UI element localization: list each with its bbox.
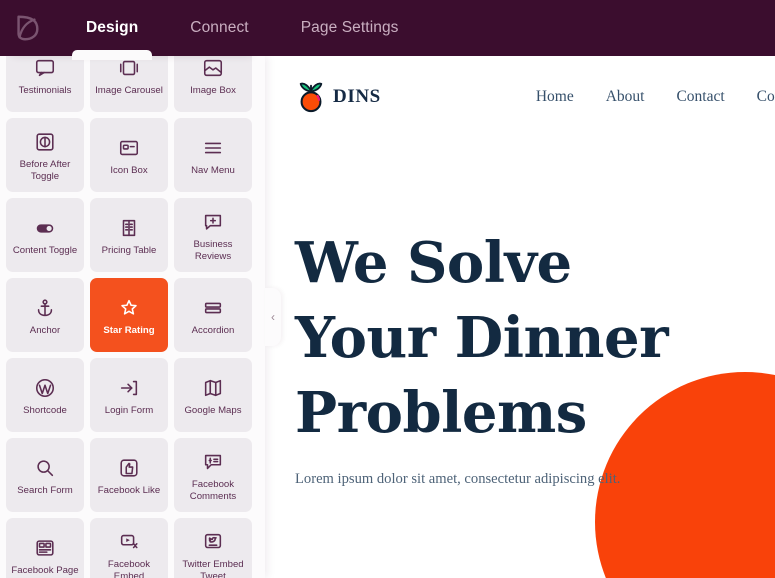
block-tile-image-carousel[interactable]: Image Carousel: [90, 56, 168, 112]
block-tile-business-reviews[interactable]: Business Reviews: [174, 198, 252, 272]
block-tile-label: Image Carousel: [95, 84, 163, 96]
anchor-icon: [34, 294, 56, 322]
block-tile-label: Before After Toggle: [19, 159, 71, 182]
block-tile-label: Accordion: [191, 324, 235, 336]
block-tile-nav-menu[interactable]: Nav Menu: [174, 118, 252, 192]
block-tile-label: Icon Box: [110, 164, 148, 176]
accordion-icon: [202, 294, 224, 322]
panel-collapse-handle[interactable]: ‹: [265, 288, 281, 346]
block-tile-testimonials[interactable]: Testimonials: [6, 56, 84, 112]
page-preview-canvas[interactable]: DINS Home About Contact Courses We Solve…: [265, 56, 775, 578]
block-tile-label: Business Reviews: [193, 239, 233, 262]
site-nav: Home About Contact Courses: [536, 88, 775, 106]
site-nav-contact[interactable]: Contact: [676, 88, 724, 106]
tab-page-settings-label: Page Settings: [300, 19, 399, 36]
block-tile-facebook-page[interactable]: Facebook Page: [6, 518, 84, 578]
facebook-like-icon: [118, 454, 140, 482]
login-form-icon: [118, 374, 140, 402]
block-tile-label: Twitter Embed Tweet: [182, 559, 244, 578]
google-maps-icon: [202, 374, 224, 402]
facebook-embed-icon: [118, 528, 140, 556]
block-tile-label: Facebook Embed: [107, 559, 151, 578]
block-tile-label: Login Form: [104, 404, 154, 416]
block-tile-shortcode[interactable]: Shortcode: [6, 358, 84, 432]
site-nav-home[interactable]: Home: [536, 88, 574, 106]
tab-design[interactable]: Design: [60, 0, 164, 56]
block-tile-label: Content Toggle: [12, 244, 78, 256]
block-tile-facebook-embed[interactable]: Facebook Embed: [90, 518, 168, 578]
tab-connect-label: Connect: [190, 19, 249, 36]
block-tile-label: Anchor: [29, 324, 61, 336]
block-tile-google-maps[interactable]: Google Maps: [174, 358, 252, 432]
block-tile-label: Image Box: [190, 84, 236, 96]
leaf-logo-icon[interactable]: [10, 11, 44, 45]
business-reviews-icon: [202, 208, 224, 236]
blocks-grid: Testimonials Image Carousel Image Box Befor…: [0, 56, 265, 578]
tab-connect[interactable]: Connect: [164, 0, 274, 56]
top-bar: Design Connect Page Settings: [0, 0, 775, 56]
block-tile-label: Facebook Page: [11, 564, 79, 576]
tab-page-settings[interactable]: Page Settings: [275, 0, 425, 56]
hero-subtitle: Lorem ipsum dolor sit amet, consectetur …: [295, 471, 621, 487]
facebook-comments-icon: [202, 448, 224, 476]
hero-title: We Solve Your Dinner Problems: [295, 230, 669, 446]
block-tile-content-toggle[interactable]: Content Toggle: [6, 198, 84, 272]
chevron-left-icon: ‹: [271, 310, 275, 324]
block-tile-before-after-toggle[interactable]: Before After Toggle: [6, 118, 84, 192]
block-tile-label: Pricing Table: [101, 244, 157, 256]
block-tile-icon-box[interactable]: Icon Box: [90, 118, 168, 192]
block-tile-pricing-table[interactable]: Pricing Table: [90, 198, 168, 272]
search-form-icon: [34, 454, 56, 482]
tab-design-label: Design: [86, 19, 139, 36]
block-tile-search-form[interactable]: Search Form: [6, 438, 84, 512]
block-tile-image-box[interactable]: Image Box: [174, 56, 252, 112]
block-tile-label: Nav Menu: [191, 164, 235, 176]
before-after-toggle-icon: [34, 128, 56, 156]
block-tile-facebook-like[interactable]: Facebook Like: [90, 438, 168, 512]
site-logo-text: DINS: [333, 86, 381, 107]
top-nav: Design Connect Page Settings: [60, 0, 425, 56]
app-root: Design Connect Page Settings Testimonial…: [0, 0, 775, 578]
star-rating-icon: [118, 294, 140, 322]
block-tile-label: Star Rating: [103, 324, 155, 336]
wordpress-shortcode-icon: [34, 374, 56, 402]
image-box-icon: [202, 56, 224, 82]
block-tile-label: Google Maps: [184, 404, 242, 416]
blocks-panel: Testimonials Image Carousel Image Box Befor…: [0, 56, 265, 578]
block-tile-twitter-embed-tweet[interactable]: Twitter Embed Tweet: [174, 518, 252, 578]
block-tile-facebook-comments[interactable]: Facebook Comments: [174, 438, 252, 512]
block-tile-accordion[interactable]: Accordion: [174, 278, 252, 352]
block-tile-label: Testimonials: [18, 84, 72, 96]
icon-box-icon: [118, 134, 140, 162]
site-nav-courses[interactable]: Courses: [757, 88, 775, 106]
block-tile-label: Facebook Comments: [189, 479, 237, 502]
twitter-embed-tweet-icon: [202, 528, 224, 556]
testimonials-icon: [34, 56, 56, 82]
hero-section: We Solve Your Dinner Problems Lorem ipsu…: [265, 108, 775, 488]
block-tile-anchor[interactable]: Anchor: [6, 278, 84, 352]
block-tile-label: Shortcode: [23, 404, 67, 416]
nav-menu-icon: [202, 134, 224, 162]
site-nav-about[interactable]: About: [606, 88, 645, 106]
block-tile-star-rating[interactable]: Star Rating: [90, 278, 168, 352]
site-header: DINS Home About Contact Courses: [265, 56, 775, 113]
block-tile-login-form[interactable]: Login Form: [90, 358, 168, 432]
block-tile-label: Search Form: [17, 484, 73, 496]
block-tile-label: Facebook Like: [97, 484, 161, 496]
pricing-table-icon: [118, 214, 140, 242]
content-toggle-icon: [34, 214, 56, 242]
facebook-page-icon: [34, 534, 56, 562]
